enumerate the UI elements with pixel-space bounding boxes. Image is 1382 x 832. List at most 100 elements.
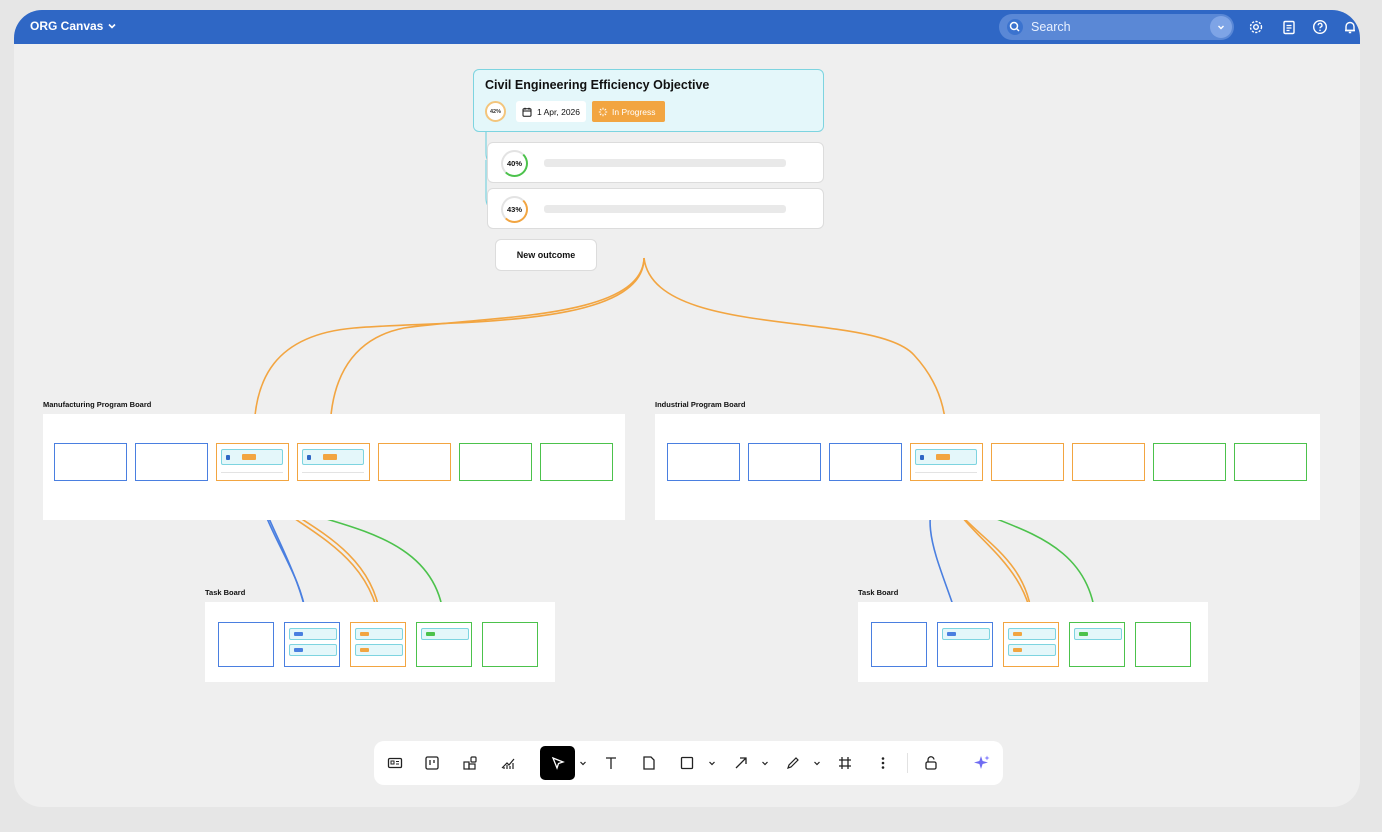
new-outcome-button[interactable]: New outcome: [495, 239, 597, 271]
chevron-down-icon[interactable]: [760, 755, 770, 771]
mini-chip: [947, 632, 956, 636]
chevron-down-icon[interactable]: [707, 755, 717, 771]
mini-card[interactable]: [355, 644, 403, 656]
outcome-title-placeholder: [544, 159, 786, 167]
objective-card[interactable]: Civil Engineering Efficiency Objective 4…: [473, 69, 824, 132]
board-column[interactable]: [1072, 443, 1145, 481]
mini-card[interactable]: [1008, 628, 1056, 640]
bottom-toolbar: [374, 741, 1002, 785]
board-column[interactable]: [991, 443, 1064, 481]
board-column[interactable]: [297, 443, 370, 481]
board-column[interactable]: [284, 622, 340, 667]
mini-chip: [360, 648, 369, 652]
chevron-down-icon[interactable]: [812, 755, 822, 771]
canvas-app: ORG Canvas Search Civil Engineering Effi…: [14, 10, 1360, 807]
outcome-title-placeholder: [544, 205, 786, 213]
board-icon[interactable]: [419, 751, 445, 775]
board-title: Task Board: [205, 588, 246, 597]
outcome-progress: 40%: [506, 159, 522, 168]
mini-chip: [1013, 648, 1022, 652]
objective-date: 1 Apr, 2026: [537, 106, 581, 117]
board-column[interactable]: [1069, 622, 1125, 667]
mini-line: [915, 466, 977, 473]
board-column[interactable]: [937, 622, 993, 667]
mini-card[interactable]: [942, 628, 990, 640]
board-column[interactable]: [416, 622, 472, 667]
more-icon[interactable]: [870, 751, 896, 775]
board-title: Task Board: [858, 588, 899, 597]
board-column[interactable]: [540, 443, 613, 481]
board-column[interactable]: [910, 443, 983, 481]
board-column[interactable]: [482, 622, 538, 667]
mini-line: [221, 466, 283, 473]
task-board-left[interactable]: [205, 602, 555, 682]
objective-title: Civil Engineering Efficiency Objective: [485, 78, 710, 92]
shape-icon[interactable]: [674, 751, 700, 775]
outcome-progress-ring: 40%: [501, 150, 528, 177]
mini-chip: [226, 455, 230, 460]
ai-sparkle-icon: [974, 755, 990, 769]
lock-icon[interactable]: [918, 751, 944, 775]
mini-card[interactable]: [421, 628, 469, 640]
board-title: Manufacturing Program Board: [43, 400, 152, 409]
industrial-program-board[interactable]: [655, 414, 1320, 520]
chevron-down-icon[interactable]: [578, 755, 588, 771]
board-column[interactable]: [459, 443, 532, 481]
mini-chip: [426, 632, 435, 636]
board-column[interactable]: [135, 443, 208, 481]
analytics-icon[interactable]: [495, 751, 521, 775]
mini-card[interactable]: [289, 644, 337, 656]
board-column[interactable]: [748, 443, 821, 481]
board-column[interactable]: [871, 622, 927, 667]
sticky-note-icon[interactable]: [636, 751, 662, 775]
objective-progress: 42%: [489, 108, 501, 115]
widgets-icon[interactable]: [457, 751, 483, 775]
board-column[interactable]: [829, 443, 902, 481]
board-column[interactable]: [1003, 622, 1059, 667]
objective-date-chip[interactable]: 1 Apr, 2026: [516, 101, 587, 122]
mini-chip: [920, 455, 924, 460]
board-title: Industrial Program Board: [655, 400, 746, 409]
frame-icon[interactable]: [832, 751, 858, 775]
board-column[interactable]: [350, 622, 406, 667]
mini-line: [302, 466, 364, 473]
ai-sparkle-button[interactable]: [961, 741, 1003, 785]
board-column[interactable]: [1234, 443, 1307, 481]
status-label: In Progress: [612, 106, 656, 117]
pen-icon[interactable]: [780, 751, 806, 775]
mini-status: [936, 454, 950, 460]
outcome-card[interactable]: 40%: [487, 142, 824, 183]
task-board-right[interactable]: [858, 602, 1208, 682]
outcome-card[interactable]: 43%: [487, 188, 824, 229]
card-icon[interactable]: [382, 751, 408, 775]
board-column[interactable]: [216, 443, 289, 481]
board-column[interactable]: [1135, 622, 1191, 667]
calendar-icon: [522, 107, 532, 117]
arrow-icon[interactable]: [728, 751, 754, 775]
board-column[interactable]: [667, 443, 740, 481]
text-icon[interactable]: [598, 751, 624, 775]
mini-chip: [294, 632, 303, 636]
board-column[interactable]: [1153, 443, 1226, 481]
mini-chip: [360, 632, 369, 636]
mini-card[interactable]: [302, 449, 364, 465]
mini-status: [323, 454, 337, 460]
mini-chip: [307, 455, 311, 460]
board-column[interactable]: [54, 443, 127, 481]
mini-card[interactable]: [915, 449, 977, 465]
select-icon[interactable]: [540, 746, 575, 780]
board-column[interactable]: [218, 622, 274, 667]
mini-card[interactable]: [221, 449, 283, 465]
mini-chip: [294, 648, 303, 652]
board-column[interactable]: [378, 443, 451, 481]
status-badge[interactable]: In Progress: [592, 101, 665, 122]
link-arrow[interactable]: [328, 257, 645, 440]
objective-progress-ring: 42%: [485, 101, 506, 122]
manufacturing-program-board[interactable]: [43, 414, 625, 520]
mini-card[interactable]: [1008, 644, 1056, 656]
mini-chip: [1013, 632, 1022, 636]
mini-card[interactable]: [1074, 628, 1122, 640]
link-arrow[interactable]: [252, 257, 645, 440]
mini-card[interactable]: [289, 628, 337, 640]
mini-card[interactable]: [355, 628, 403, 640]
